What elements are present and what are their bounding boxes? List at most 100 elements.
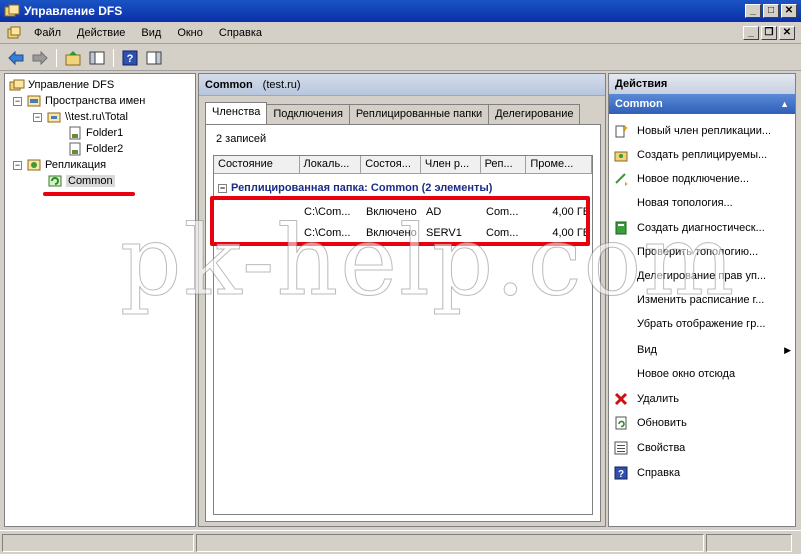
action-delegate-permissions[interactable]: Делегирование прав уп... — [613, 267, 791, 285]
console-tree-icon — [89, 51, 105, 64]
tree-item-folder2[interactable]: Folder2 — [67, 141, 123, 157]
dfs-management-icon — [9, 79, 25, 91]
status-bar — [0, 530, 801, 554]
help-button[interactable]: ? — [120, 48, 140, 68]
svg-text:?: ? — [127, 53, 134, 65]
column-headers: Состояние Локаль... Состоя... Член р... … — [214, 156, 592, 174]
toolbar: ? — [0, 45, 801, 71]
tree-item-namespace-path[interactable]: − \\test.ru\Total — [33, 109, 128, 125]
action-new-topology[interactable]: Новая топология... — [613, 194, 791, 212]
action-delete[interactable]: Удалить — [613, 390, 791, 408]
mdi-doc-icon — [7, 26, 21, 38]
results-pane: Common (test.ru) Членства Подключения Ре… — [198, 73, 606, 527]
red-box-annotation — [210, 196, 590, 246]
tree-item-folder1[interactable]: Folder1 — [67, 125, 123, 141]
action-verify-topology[interactable]: Проверить топологию... — [613, 243, 791, 261]
column-header[interactable]: Проме... — [526, 156, 592, 173]
action-properties[interactable]: Свойства — [613, 439, 791, 457]
forward-button[interactable] — [30, 48, 50, 68]
replication-icon — [27, 159, 41, 171]
menu-file[interactable]: Файл — [26, 27, 69, 39]
menu-bar: Файл Действие Вид Окно Справка _ ❐ ✕ — [0, 22, 801, 44]
tab-replicated-folders[interactable]: Реплицированные папки — [348, 104, 490, 124]
mdi-restore-button[interactable]: ❐ — [761, 25, 777, 40]
collapse-arrow-icon: ▲ — [780, 99, 789, 109]
action-new-connection[interactable]: Новое подключение... — [613, 170, 791, 188]
help-icon: ? — [614, 466, 628, 480]
results-domain: (test.ru) — [262, 78, 301, 91]
show-hide-tree-button[interactable] — [87, 48, 107, 68]
minimize-button[interactable]: _ — [745, 4, 761, 18]
column-header[interactable]: Состоя... — [361, 156, 421, 173]
status-panel — [2, 534, 194, 552]
maximize-button[interactable]: □ — [763, 4, 779, 18]
actions-header: Действия — [609, 74, 795, 94]
new-replicated-folder-icon — [614, 151, 628, 162]
action-view[interactable]: Вид ▶ — [613, 341, 791, 359]
console-tree: Управление DFS − Пространства имен − \\t… — [4, 73, 196, 527]
namespaces-icon — [27, 95, 41, 107]
column-header[interactable]: Локаль... — [300, 156, 362, 173]
menu-view[interactable]: Вид — [133, 27, 169, 39]
close-button[interactable]: ✕ — [781, 4, 797, 18]
tree-item-replication[interactable]: − Репликация — [13, 157, 106, 173]
back-button[interactable] — [6, 48, 26, 68]
mdi-close-button[interactable]: ✕ — [779, 25, 795, 40]
menu-help[interactable]: Справка — [211, 27, 270, 39]
action-new-window-from-here[interactable]: Новое окно отсюда — [613, 365, 791, 383]
new-member-icon — [615, 125, 628, 138]
status-panel — [706, 534, 792, 552]
folder-target-icon — [69, 126, 81, 140]
properties-icon — [614, 441, 628, 455]
action-remove-from-display[interactable]: Убрать отображение гр... — [613, 315, 791, 333]
action-create-replicated-folder[interactable]: Создать реплицируемы... — [613, 146, 791, 164]
action-refresh[interactable]: Обновить — [613, 414, 791, 432]
new-connection-icon — [615, 173, 628, 186]
actions-pane: Действия Common ▲ Новый член репликации.… — [608, 73, 796, 527]
red-underline-annotation — [43, 192, 135, 196]
action-pane-icon — [146, 51, 162, 64]
action-create-diagnostic-report[interactable]: Создать диагностическ... — [613, 219, 791, 237]
menu-window[interactable]: Окно — [169, 27, 211, 39]
action-edit-schedule[interactable]: Изменить расписание г... — [613, 291, 791, 309]
results-title: Common — [205, 78, 253, 91]
dfs-app-icon — [4, 4, 20, 17]
window-title: Управление DFS — [24, 4, 123, 18]
tab-connections[interactable]: Подключения — [266, 104, 350, 124]
help-icon: ? — [122, 50, 138, 65]
action-new-member[interactable]: Новый член репликации... — [613, 122, 791, 140]
tab-delegation[interactable]: Делегирование — [488, 104, 581, 124]
group-header[interactable]: − Реплицированная папка: Common (2 элеме… — [218, 182, 492, 194]
tab-membership[interactable]: Членства — [205, 102, 268, 124]
diagnostic-report-icon — [615, 221, 627, 235]
column-header[interactable]: Член р... — [421, 156, 481, 173]
column-header[interactable]: Реп... — [481, 156, 527, 173]
collapse-toggle[interactable]: − — [13, 96, 22, 106]
tree-item-common[interactable]: Common — [47, 173, 115, 189]
collapse-toggle[interactable]: − — [33, 112, 42, 122]
forward-arrow-icon — [32, 50, 48, 65]
actions-subheader-label: Common — [615, 98, 663, 110]
submenu-arrow-icon: ▶ — [784, 344, 791, 355]
collapse-toggle[interactable]: − — [218, 183, 227, 193]
folder-target-icon — [69, 142, 81, 156]
mdi-minimize-button[interactable]: _ — [743, 25, 759, 40]
back-arrow-icon — [8, 50, 24, 65]
collapse-toggle[interactable]: − — [13, 160, 22, 170]
action-help[interactable]: ? Справка — [613, 464, 791, 482]
tree-item-namespaces[interactable]: − Пространства имен — [13, 93, 145, 109]
status-panel — [196, 534, 704, 552]
actions-subheader[interactable]: Common ▲ — [609, 94, 795, 114]
column-header[interactable]: Состояние — [214, 156, 300, 173]
show-action-pane-button[interactable] — [144, 48, 164, 68]
menu-action[interactable]: Действие — [69, 27, 133, 39]
membership-tab-body: 2 записей Состояние Локаль... Состоя... … — [205, 124, 601, 522]
group-label: Реплицированная папка: Common (2 элемент… — [231, 182, 493, 194]
record-count: 2 записей — [216, 133, 267, 145]
title-bar: Управление DFS _ □ ✕ — [0, 0, 801, 22]
replication-group-icon — [48, 175, 62, 187]
svg-text:?: ? — [618, 469, 624, 480]
tree-item-root[interactable]: Управление DFS — [9, 77, 114, 93]
delete-icon — [614, 392, 628, 406]
up-folder-button[interactable] — [63, 48, 83, 68]
